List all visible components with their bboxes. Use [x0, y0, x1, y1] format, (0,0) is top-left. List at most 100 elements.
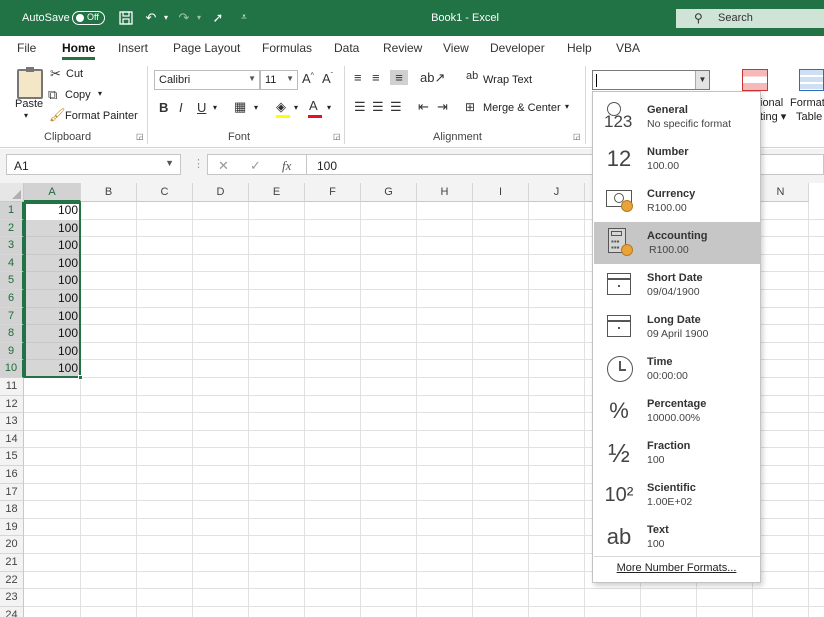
- row-header-9[interactable]: 9: [0, 342, 24, 361]
- fill-color-dropdown-icon[interactable]: ▾: [294, 103, 298, 112]
- cell-a3[interactable]: 100: [25, 237, 78, 255]
- cell-a9[interactable]: 100: [25, 343, 78, 361]
- row-header-18[interactable]: 18: [0, 501, 24, 519]
- row-header-15[interactable]: 15: [0, 448, 24, 466]
- font-color-icon[interactable]: A: [309, 98, 318, 113]
- fill-handle[interactable]: [78, 375, 83, 380]
- tab-insert[interactable]: Insert: [118, 41, 148, 55]
- column-header-a[interactable]: A: [24, 183, 81, 202]
- more-number-formats-button[interactable]: More Number Formats...: [593, 562, 760, 574]
- cell-a5[interactable]: 100: [25, 272, 78, 290]
- menu-item-number[interactable]: 12 Number 100.00: [594, 138, 760, 180]
- decrease-indent-icon[interactable]: ⇤: [418, 99, 429, 115]
- tab-formulas[interactable]: Formulas: [262, 41, 312, 55]
- menu-item-general[interactable]: 123 General No specific format: [594, 96, 760, 138]
- middle-align-icon[interactable]: ≡: [372, 70, 380, 85]
- conditional-formatting-icon[interactable]: [742, 69, 768, 91]
- underline-dropdown-icon[interactable]: ▾: [213, 103, 217, 112]
- tab-page-layout[interactable]: Page Layout: [173, 41, 240, 55]
- column-header-e[interactable]: E: [249, 183, 305, 202]
- menu-item-long-date[interactable]: Long Date 09 April 1900: [594, 306, 760, 348]
- wrap-text-icon[interactable]: ab: [466, 70, 478, 82]
- tab-view[interactable]: View: [443, 41, 469, 55]
- alignment-launcher-icon[interactable]: ◲: [573, 132, 581, 141]
- increase-font-size-icon[interactable]: A^: [302, 71, 314, 86]
- menu-item-text[interactable]: ab Text 100: [594, 516, 760, 558]
- cancel-icon[interactable]: ✕: [218, 158, 229, 174]
- menu-item-fraction[interactable]: ½ Fraction 100: [594, 432, 760, 474]
- row-header-7[interactable]: 7: [0, 307, 24, 326]
- tab-home[interactable]: Home: [62, 41, 96, 60]
- row-header-4[interactable]: 4: [0, 254, 24, 273]
- column-header-j[interactable]: J: [529, 183, 585, 202]
- row-header-24[interactable]: 24: [0, 606, 24, 617]
- cell-a10[interactable]: 100: [25, 360, 78, 378]
- row-header-2[interactable]: 2: [0, 219, 24, 238]
- bottom-align-icon[interactable]: ≡: [390, 70, 408, 85]
- row-header-10[interactable]: 10: [0, 360, 24, 378]
- menu-item-time[interactable]: Time 00:00:00: [594, 348, 760, 390]
- tab-help[interactable]: Help: [567, 41, 592, 55]
- search-box[interactable]: ⚲ Search: [676, 9, 824, 28]
- menu-item-accounting[interactable]: ▪▪▪ ▪▪▪ Accounting R100.00: [594, 222, 760, 264]
- conditional-formatting-label-line2[interactable]: ting ▾: [760, 110, 786, 123]
- underline-icon[interactable]: U: [197, 100, 206, 115]
- cell-a7[interactable]: 100: [25, 308, 78, 326]
- conditional-formatting-label-line1[interactable]: ional: [760, 97, 783, 109]
- font-launcher-icon[interactable]: ◲: [333, 132, 341, 141]
- cell-a6[interactable]: 100: [25, 290, 78, 308]
- insert-function-icon[interactable]: fx: [282, 158, 291, 174]
- tab-review[interactable]: Review: [383, 41, 422, 55]
- menu-item-short-date[interactable]: Short Date 09/04/1900: [594, 264, 760, 306]
- align-right-icon[interactable]: ☰: [390, 99, 402, 115]
- wrap-text-button[interactable]: Wrap Text: [483, 74, 532, 86]
- tab-file[interactable]: File: [17, 41, 36, 55]
- formula-bar-grip-icon[interactable]: ⋮: [193, 157, 204, 170]
- tab-developer[interactable]: Developer: [490, 41, 545, 55]
- tab-vba[interactable]: VBA: [616, 41, 640, 55]
- cell-a1[interactable]: 100: [25, 202, 78, 220]
- cell-a4[interactable]: 100: [25, 255, 78, 273]
- cell-a8[interactable]: 100: [25, 325, 78, 343]
- row-header-8[interactable]: 8: [0, 325, 24, 343]
- borders-dropdown-icon[interactable]: ▾: [254, 103, 258, 112]
- merge-center-button[interactable]: Merge & Center: [483, 102, 561, 114]
- clipboard-launcher-icon[interactable]: ◲: [136, 132, 144, 141]
- align-left-icon[interactable]: ☰: [354, 99, 366, 115]
- top-align-icon[interactable]: ≡: [354, 70, 362, 85]
- row-header-20[interactable]: 20: [0, 536, 24, 554]
- row-header-6[interactable]: 6: [0, 290, 24, 308]
- row-header-17[interactable]: 17: [0, 483, 24, 502]
- menu-item-scientific[interactable]: 10² Scientific 1.00E+02: [594, 474, 760, 516]
- row-header-1[interactable]: 1: [0, 202, 24, 220]
- column-header-b[interactable]: B: [81, 183, 137, 202]
- name-box[interactable]: A1 ▼: [6, 154, 181, 175]
- align-center-icon[interactable]: ☰: [372, 99, 384, 115]
- row-header-19[interactable]: 19: [0, 518, 24, 537]
- font-size-combo[interactable]: 11 ▼: [260, 70, 298, 90]
- row-header-22[interactable]: 22: [0, 571, 24, 590]
- merge-dropdown-icon[interactable]: ▾: [565, 102, 569, 111]
- copy-dropdown-icon[interactable]: ▾: [98, 89, 102, 98]
- format-painter-button[interactable]: Format Painter: [65, 110, 138, 122]
- orientation-icon[interactable]: ab↗: [420, 70, 445, 86]
- format-painter-icon[interactable]: 🖌: [49, 107, 66, 123]
- column-header-g[interactable]: G: [361, 183, 417, 202]
- column-header-f[interactable]: F: [305, 183, 361, 202]
- paste-button[interactable]: Paste ▾: [10, 64, 46, 124]
- column-header-h[interactable]: H: [417, 183, 473, 202]
- column-header-n[interactable]: N: [753, 183, 809, 202]
- row-header-13[interactable]: 13: [0, 413, 24, 431]
- merge-center-icon[interactable]: ⊞: [465, 100, 475, 114]
- row-header-23[interactable]: 23: [0, 589, 24, 607]
- format-as-table-icon[interactable]: [799, 69, 824, 91]
- format-as-table-label-line2[interactable]: Table ▾: [796, 110, 824, 123]
- menu-item-currency[interactable]: Currency R100.00: [594, 180, 760, 222]
- enter-icon[interactable]: ✓: [250, 158, 261, 174]
- tab-data[interactable]: Data: [334, 41, 359, 55]
- menu-item-percentage[interactable]: % Percentage 10000.00%: [594, 390, 760, 432]
- select-all-button[interactable]: [0, 183, 24, 202]
- column-header-c[interactable]: C: [137, 183, 193, 202]
- column-header-d[interactable]: D: [193, 183, 249, 202]
- row-header-3[interactable]: 3: [0, 237, 24, 255]
